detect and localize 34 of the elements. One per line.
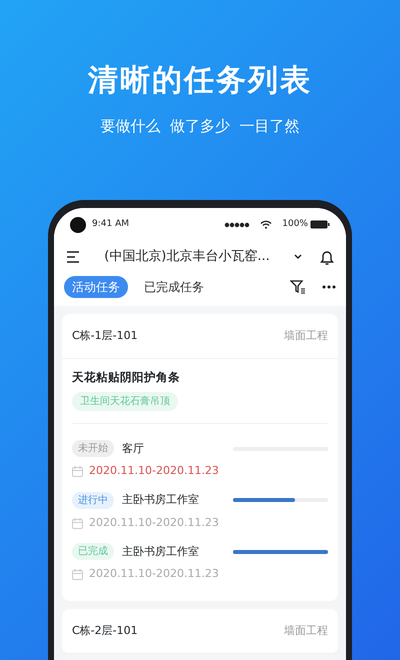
headline: 清晰的任务列表 <box>87 62 313 100</box>
room-label: 客厅 <box>122 440 144 456</box>
date-range: 2020.11.10-2020.11.23 <box>89 463 219 480</box>
date-range: 2020.11.10-2020.11.23 <box>89 566 219 582</box>
menu-icon[interactable] <box>66 250 80 262</box>
battery-level: 100% <box>282 218 308 231</box>
status-time: 9:41 AM <box>92 218 129 231</box>
task-card[interactable]: C栋-1层-101 墙面工程 天花粘贴阴阳护角条 卫生间天花石膏吊顶 未开始 客厅 2020.11.10-2020.11.23 进行中 主卧书房工作室 2020.11.10-2020.11.23 已完成 主卧书房工作室 2020.11.10-2020.11.23 <box>62 314 338 601</box>
location-label: C栋-2层-101 <box>72 622 138 639</box>
task-title: 天花粘贴阴阳护角条 <box>71 369 181 386</box>
status-tag: 已完成 <box>72 543 114 560</box>
calendar-icon <box>72 518 83 528</box>
signal-icon <box>224 222 250 228</box>
room-label: 主卧书房工作室 <box>122 544 199 560</box>
category-label: 墙面工程 <box>284 328 328 344</box>
category-label: 墙面工程 <box>284 622 328 639</box>
status-tag: 进行中 <box>72 492 114 509</box>
tab[interactable]: 已完成任务 <box>136 276 212 298</box>
status-tag: 未开始 <box>72 440 114 458</box>
room-label: 主卧书房工作室 <box>122 492 199 508</box>
task-card[interactable]: C栋-2层-101 墙面工程 <box>62 608 338 654</box>
bell-icon[interactable] <box>320 248 334 264</box>
location-label: C栋-1层-101 <box>72 328 138 344</box>
date-range: 2020.11.10-2020.11.23 <box>89 514 219 531</box>
subtitle: 要做什么 做了多少 一目了然 <box>99 116 301 137</box>
calendar-icon <box>72 466 83 477</box>
filter-icon[interactable] <box>290 280 306 294</box>
calendar-icon <box>72 569 83 580</box>
area-tag: 卫生间天花石膏吊顶 <box>72 392 178 412</box>
wifi-icon <box>260 220 272 229</box>
chevron-down-icon[interactable] <box>294 254 302 260</box>
battery-icon <box>310 220 330 229</box>
more-icon[interactable] <box>322 284 336 288</box>
camera-icon <box>70 216 86 232</box>
